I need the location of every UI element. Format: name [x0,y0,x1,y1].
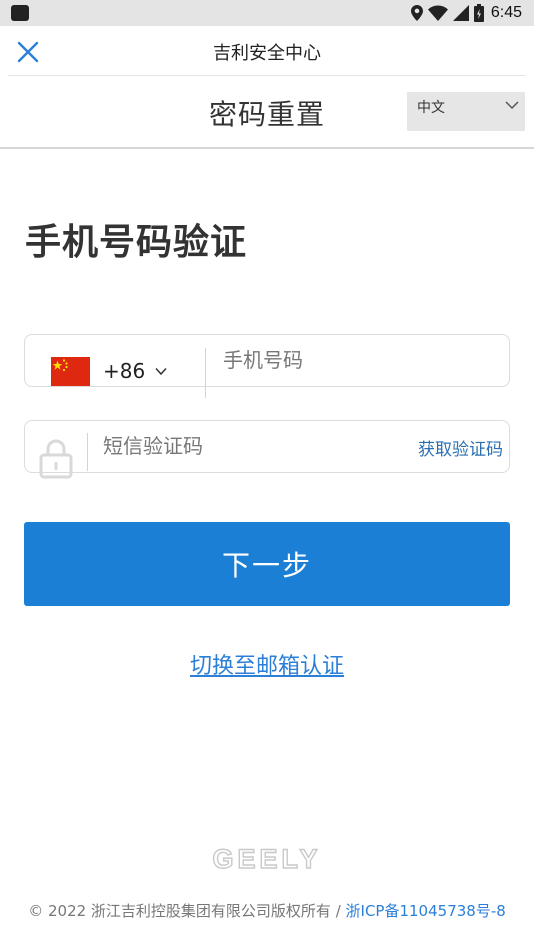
chevron-down-icon[interactable] [155,367,167,376]
status-time: 6:45 [490,4,522,21]
lock-icon [39,439,73,479]
next-button[interactable]: 下一步 [24,522,510,606]
sms-code-field: 获取验证码 [24,420,510,479]
top-bar: 吉利安全中心 [0,26,534,76]
wifi-icon [427,5,448,21]
china-flag-icon [51,357,90,386]
get-code-button[interactable]: 获取验证码 [418,435,503,460]
footer: © 2022 浙江吉利控股集团有限公司版权所有 / 浙ICP备11045738号… [20,900,514,922]
header-divider [0,147,534,149]
country-code-selector[interactable]: +86 [103,359,145,383]
status-indicators: 6:45 [410,3,522,23]
geely-logo: GEELY [212,846,321,872]
sms-code-input[interactable] [103,431,403,461]
icp-link[interactable]: 浙ICP备11045738号-8 [346,902,506,920]
language-select[interactable]: 中文 [407,92,525,131]
svg-text:GEELY: GEELY [212,846,321,872]
language-label: 中文 [417,100,445,116]
field-divider [205,348,206,398]
switch-to-email-link[interactable]: 切换至邮箱认证 [0,648,534,680]
location-icon [410,5,423,21]
status-bar: 6:45 [0,0,534,26]
field-divider [87,433,88,471]
phone-field: +86 [24,334,510,398]
cellular-signal-icon [452,5,469,21]
copyright-text: © 2022 浙江吉利控股集团有限公司版权所有 / [28,902,346,920]
section-title: 手机号码验证 [25,222,248,263]
phone-number-input[interactable] [223,345,493,375]
app-notification-icon [11,5,29,21]
chevron-down-icon [505,101,519,110]
page-header: 密码重置 中文 [0,76,534,148]
app-title: 吉利安全中心 [213,43,321,64]
battery-icon [473,4,484,22]
